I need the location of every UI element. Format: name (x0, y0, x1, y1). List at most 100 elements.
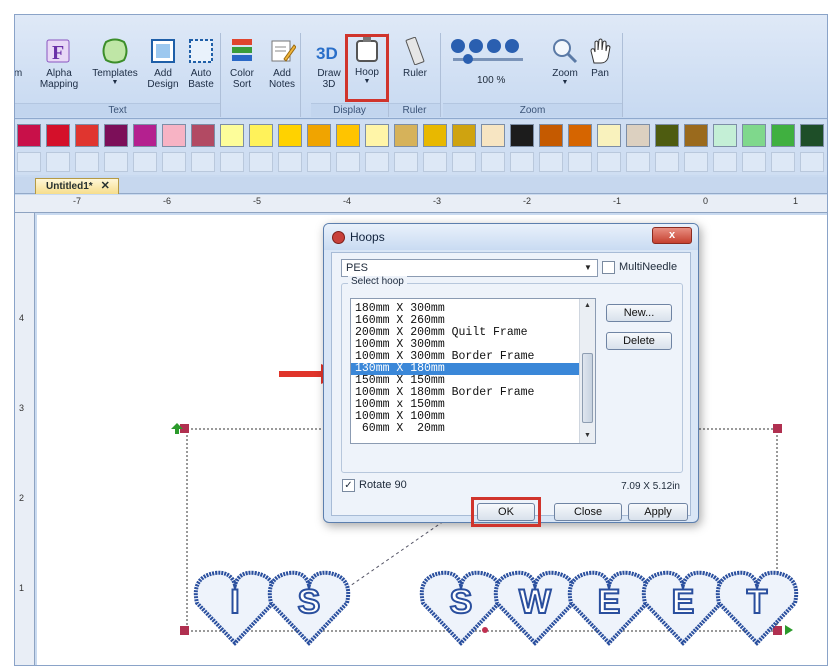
zoom-actual-icon[interactable] (505, 39, 519, 53)
palette-empty-slot[interactable] (365, 152, 389, 172)
palette-empty-slot[interactable] (104, 152, 128, 172)
pan-button[interactable]: Pan (583, 37, 617, 103)
selection-handle[interactable] (773, 424, 782, 433)
palette-swatch[interactable] (742, 124, 766, 147)
palette-swatch[interactable] (713, 124, 737, 147)
multineedle-checkbox[interactable] (602, 261, 615, 274)
palette-swatch[interactable] (568, 124, 592, 147)
palette-empty-slot[interactable] (394, 152, 418, 172)
ruler-label: Ruler (403, 68, 427, 79)
scroll-up-icon[interactable]: ▲ (580, 299, 595, 313)
chevron-down-icon[interactable]: ▼ (581, 261, 595, 275)
palette-swatch[interactable] (394, 124, 418, 147)
palette-empty-slot[interactable] (75, 152, 99, 172)
zoom-out-icon[interactable] (469, 39, 483, 53)
templates-button[interactable]: Templates ▼ (89, 37, 141, 103)
dialog-close-button[interactable]: x (652, 227, 692, 244)
palette-swatch[interactable] (336, 124, 360, 147)
palette-empty-slot[interactable] (336, 152, 360, 172)
palette-empty-slot[interactable] (133, 152, 157, 172)
palette-swatch[interactable] (249, 124, 273, 147)
palette-empty-slot[interactable] (423, 152, 447, 172)
tab-untitled1[interactable]: Untitled1* ✕ (35, 178, 119, 194)
zoom-fit-icon[interactable] (487, 39, 501, 53)
palette-swatch[interactable] (800, 124, 824, 147)
palette-empty-slot[interactable] (17, 152, 41, 172)
scroll-thumb[interactable] (582, 353, 593, 423)
color-sort-button[interactable]: Color Sort (223, 37, 261, 103)
auto-baste-button[interactable]: Auto Baste (181, 37, 221, 103)
palette-empty-slot[interactable] (713, 152, 737, 172)
palette-empty-slot[interactable] (162, 152, 186, 172)
3d-icon: 3D (315, 37, 343, 65)
palette-empty-slot[interactable] (191, 152, 215, 172)
draw-3d-button[interactable]: 3D Draw 3D (311, 37, 347, 103)
center-handle[interactable] (482, 627, 488, 633)
zoom-button[interactable]: Zoom ▼ (547, 37, 583, 103)
palette-swatch[interactable] (365, 124, 389, 147)
palette-empty-slot[interactable] (597, 152, 621, 172)
palette-empty-slot[interactable] (249, 152, 273, 172)
scroll-down-icon[interactable]: ▼ (580, 429, 595, 443)
palette-swatch[interactable] (133, 124, 157, 147)
rotate-90-checkbox[interactable]: ✓ (342, 479, 355, 492)
palette-swatch[interactable] (162, 124, 186, 147)
palette-empty-slot[interactable] (510, 152, 534, 172)
palette-empty-slot[interactable] (655, 152, 679, 172)
zoom-slider-thumb[interactable] (463, 54, 473, 64)
palette-empty-slot[interactable] (742, 152, 766, 172)
palette-empty-slot[interactable] (46, 152, 70, 172)
close-button[interactable]: Close (554, 503, 622, 521)
palette-empty-slot[interactable] (684, 152, 708, 172)
palette-swatch[interactable] (597, 124, 621, 147)
palette-empty-slot[interactable] (771, 152, 795, 172)
delete-hoop-button[interactable]: Delete (606, 332, 672, 350)
selection-handle[interactable] (180, 626, 189, 635)
palette-swatch[interactable] (278, 124, 302, 147)
palette-swatch[interactable] (104, 124, 128, 147)
palette-swatch[interactable] (626, 124, 650, 147)
zoom-in-icon[interactable] (451, 39, 465, 53)
palette-empty-slot[interactable] (278, 152, 302, 172)
hoop-list[interactable]: 180mm X 300mm 160mm X 260mm 200mm X 200mm … (350, 298, 596, 444)
palette-empty-slot[interactable] (539, 152, 563, 172)
new-hoop-button[interactable]: New... (606, 304, 672, 322)
alpha-mapping-button[interactable]: F Alpha Mapping (37, 37, 81, 103)
palette-empty-slot[interactable] (307, 152, 331, 172)
apply-button[interactable]: Apply (628, 503, 688, 521)
ruler-number: 0 (703, 196, 709, 206)
hoop-list-item[interactable]: 60mm X 20mm (351, 423, 581, 435)
ruler-button[interactable]: Ruler (395, 36, 435, 103)
ok-button[interactable]: OK (477, 503, 535, 521)
palette-swatch[interactable] (539, 124, 563, 147)
palette-swatch[interactable] (423, 124, 447, 147)
palette-empty-slot[interactable] (800, 152, 824, 172)
palette-swatch[interactable] (510, 124, 534, 147)
palette-swatch[interactable] (655, 124, 679, 147)
palette-empty-slot[interactable] (452, 152, 476, 172)
machine-format-select[interactable]: PES ▼ (341, 259, 598, 277)
add-design-button[interactable]: Add Design (143, 37, 183, 103)
palette-empty-slot[interactable] (481, 152, 505, 172)
palette-swatch[interactable] (771, 124, 795, 147)
close-icon[interactable]: ✕ (101, 180, 110, 192)
palette-empty-slot[interactable] (568, 152, 592, 172)
rotate-arrow-icon[interactable] (785, 625, 793, 635)
palette-swatch[interactable] (481, 124, 505, 147)
ruler-number: 1 (19, 583, 25, 593)
palette-swatch[interactable] (452, 124, 476, 147)
hoop-button[interactable]: Hoop ▼ (345, 34, 389, 102)
add-notes-button[interactable]: Add Notes (263, 37, 301, 103)
palette-swatch[interactable] (17, 124, 41, 147)
list-scrollbar[interactable]: ▲ ▼ (579, 299, 595, 443)
palette-swatch[interactable] (307, 124, 331, 147)
palette-swatch[interactable] (191, 124, 215, 147)
palette-swatch[interactable] (46, 124, 70, 147)
palette-swatch[interactable] (75, 124, 99, 147)
palette-empty-slot[interactable] (220, 152, 244, 172)
palette-swatch[interactable] (220, 124, 244, 147)
zoom-slider[interactable] (453, 54, 523, 64)
palette-empty-slot[interactable] (626, 152, 650, 172)
palette-swatch[interactable] (684, 124, 708, 147)
program-button[interactable]: ram er (15, 37, 35, 103)
